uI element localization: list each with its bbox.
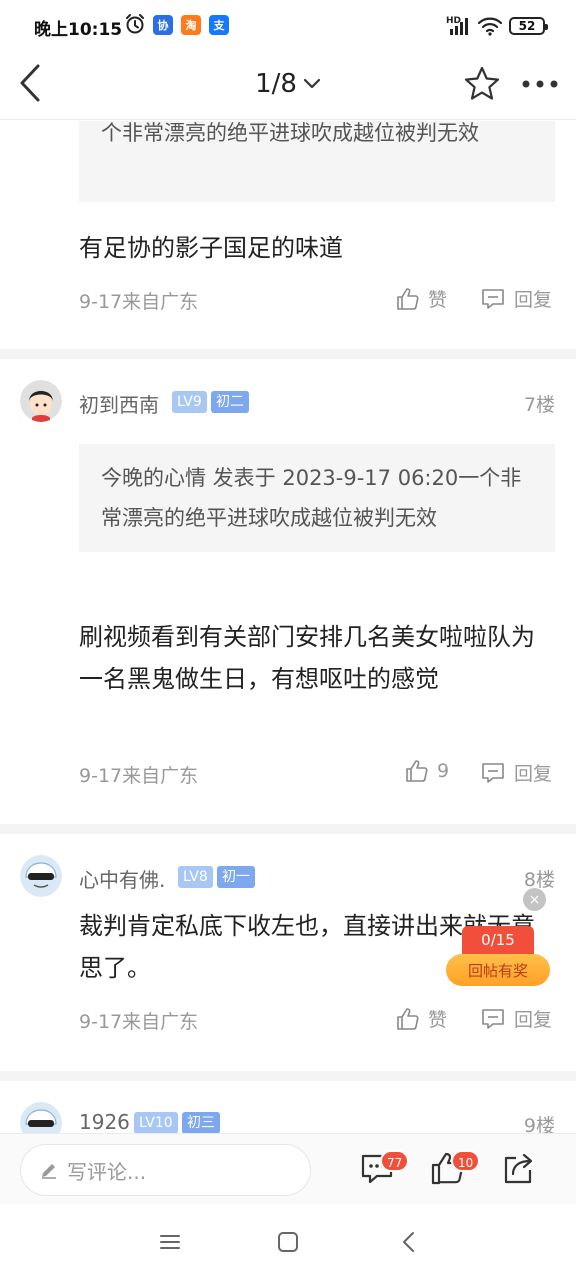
signal-icon (450, 18, 468, 35)
floor-number: 9楼 (523, 1115, 555, 1133)
alarm-icon (126, 14, 144, 34)
top-nav-bar: 1/8 (0, 48, 576, 120)
user-name[interactable]: 心中有佛. (79, 864, 165, 893)
favorite-star-icon[interactable] (462, 64, 502, 104)
reply-label: 回复 (514, 289, 553, 311)
status-bar: 晚上10:15 协 淘 支 HD 52 (0, 0, 576, 48)
thumbs-up-icon (406, 760, 428, 782)
comment-icon (482, 288, 504, 309)
reply-label: 回复 (514, 1009, 553, 1031)
more-options-icon[interactable] (518, 68, 562, 100)
level-badge: LV8 (178, 866, 213, 888)
avatar[interactable] (20, 855, 62, 897)
like-button[interactable]: 赞 (396, 285, 447, 312)
page-indicator: 1/8 (255, 69, 297, 99)
like-label: 赞 (428, 289, 448, 311)
quoted-text: 个非常漂亮的绝平进球吹成越位被判无效 (101, 121, 479, 145)
level-badge: LV9 (172, 391, 207, 413)
reply-meta: 9-17来自广东 (79, 765, 199, 787)
battery-indicator: 52 (509, 17, 548, 35)
recent-apps-icon[interactable] (156, 1228, 184, 1256)
thumbs-up-icon (397, 1007, 419, 1030)
rank-badge: 初三 (182, 1112, 220, 1133)
reply-text: 有足协的影子国足的味道 (79, 234, 343, 262)
avatar[interactable] (20, 380, 62, 422)
comment-input[interactable]: 写评论... (20, 1144, 311, 1196)
reply-text: 刷视频看到有关部门安排几名美女啦啦队为一名黑鬼做生日，有想呕吐的感觉 (79, 623, 535, 693)
system-navigation-bar (0, 1204, 576, 1280)
reward-button[interactable]: 回帖有奖 (446, 954, 550, 986)
level-badge: LV10 (134, 1112, 178, 1133)
wifi-icon (477, 17, 503, 36)
divider (0, 824, 576, 834)
like-button[interactable]: 9 (405, 759, 449, 783)
reply-meta: 9-17来自广东 (79, 1011, 199, 1033)
like-count-badge: 10 (451, 1150, 481, 1172)
rank-badge: 初一 (217, 866, 255, 888)
chevron-down-icon (303, 78, 321, 89)
quoted-post: 个非常漂亮的绝平进球吹成越位被判无效 (79, 121, 555, 202)
comment-count-badge: 77 (380, 1150, 410, 1172)
like-count: 9 (437, 760, 450, 782)
reply-button[interactable]: 回复 (480, 285, 552, 312)
reply-button[interactable]: 回复 (480, 759, 552, 786)
floor-number: 8楼 (523, 869, 555, 891)
taobao-notification-icon: 淘 (181, 15, 201, 35)
reward-progress[interactable]: 0/15 (462, 926, 534, 954)
back-arrow-icon[interactable] (12, 60, 52, 108)
divider (0, 349, 576, 359)
comment-placeholder: 写评论... (67, 1159, 147, 1184)
rank-badge: 初二 (211, 391, 249, 413)
user-name[interactable]: 1926 (79, 1110, 130, 1133)
divider (0, 1071, 576, 1081)
floor-number: 7楼 (523, 394, 555, 416)
reply-meta: 9-17来自广东 (79, 291, 199, 313)
reply-button[interactable]: 回复 (480, 1005, 552, 1032)
user-name[interactable]: 初到西南 (79, 389, 159, 418)
page-selector[interactable]: 1/8 (230, 66, 346, 102)
system-back-icon[interactable] (396, 1228, 424, 1256)
quoted-text: 今晚的心情 发表于 2023-9-17 06:20一个非常漂亮的绝平进球吹成越位… (101, 466, 522, 530)
alipay-notification-icon: 支 (209, 15, 229, 35)
comment-icon (482, 762, 504, 783)
like-label: 赞 (428, 1009, 448, 1031)
comment-bar: 写评论... 77 10 (0, 1133, 576, 1204)
thumbs-up-icon (397, 287, 419, 310)
home-icon[interactable] (274, 1228, 302, 1256)
pencil-icon (42, 1164, 56, 1179)
quoted-post[interactable]: 今晚的心情 发表于 2023-9-17 06:20一个非常漂亮的绝平进球吹成越位… (79, 444, 555, 552)
comment-icon (482, 1008, 504, 1029)
app-notification-icon: 协 (153, 15, 173, 35)
avatar[interactable] (20, 1102, 62, 1133)
status-time: 晚上10:15 (34, 20, 123, 40)
like-button[interactable]: 赞 (396, 1005, 447, 1032)
reward-close-button[interactable]: × (523, 888, 546, 911)
reply-label: 回复 (514, 763, 553, 785)
share-icon[interactable] (500, 1150, 536, 1186)
